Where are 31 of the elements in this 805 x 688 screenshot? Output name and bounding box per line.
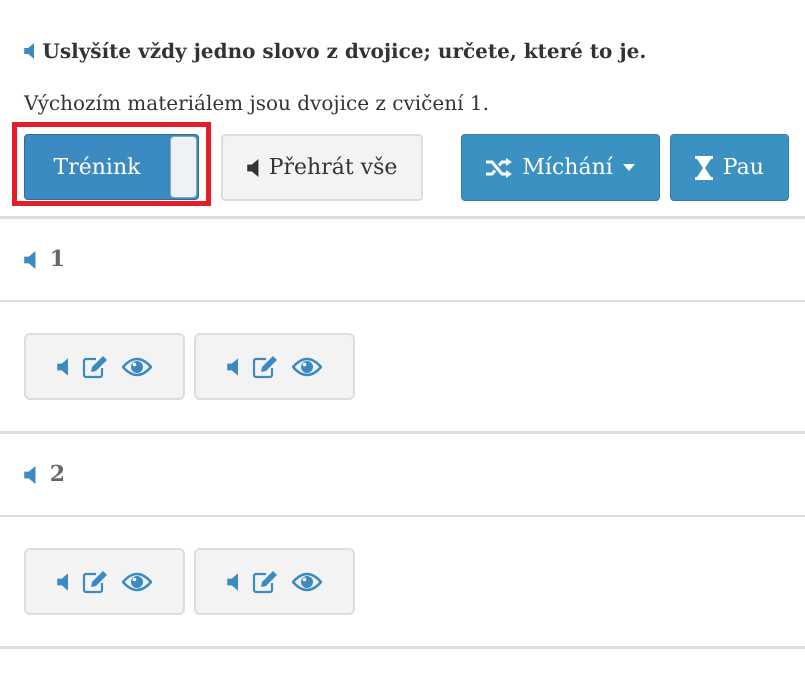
shuffle-icon bbox=[486, 158, 512, 178]
shuffle-button[interactable]: Míchání bbox=[461, 134, 660, 201]
answer-button[interactable] bbox=[24, 548, 185, 615]
speaker-icon bbox=[24, 43, 34, 59]
eye-icon bbox=[122, 572, 152, 592]
hourglass-icon bbox=[694, 156, 713, 180]
item-number: 2 bbox=[50, 460, 65, 489]
answer-button[interactable] bbox=[194, 333, 355, 400]
source-note: Výchozím materiálem jsou dvojice z cvičení 1. bbox=[24, 91, 489, 115]
training-toggle[interactable]: Trénink bbox=[24, 134, 199, 200]
eye-icon bbox=[292, 572, 322, 592]
speaker-icon bbox=[24, 250, 36, 268]
pause-button[interactable]: Pau bbox=[670, 134, 789, 201]
speaker-icon bbox=[226, 572, 238, 590]
speaker-icon bbox=[247, 158, 259, 176]
answer-button[interactable] bbox=[24, 333, 185, 400]
edit-icon bbox=[82, 570, 108, 594]
item-number: 1 bbox=[50, 245, 65, 274]
instruction-text: Uslyšíte vždy jedno slovo z dvojice; určete, které to je. bbox=[42, 38, 646, 65]
eye-icon bbox=[122, 356, 152, 376]
edit-icon bbox=[82, 354, 108, 378]
speaker-icon bbox=[24, 466, 36, 484]
eye-icon bbox=[292, 356, 322, 376]
edit-icon bbox=[252, 570, 278, 594]
speaker-icon bbox=[56, 358, 68, 376]
edit-icon bbox=[252, 354, 278, 378]
speaker-icon bbox=[56, 572, 68, 590]
play-all-button[interactable]: Přehrát vše bbox=[221, 134, 424, 201]
speaker-icon bbox=[226, 358, 238, 376]
answer-button[interactable] bbox=[194, 548, 355, 615]
caret-icon bbox=[622, 164, 635, 171]
